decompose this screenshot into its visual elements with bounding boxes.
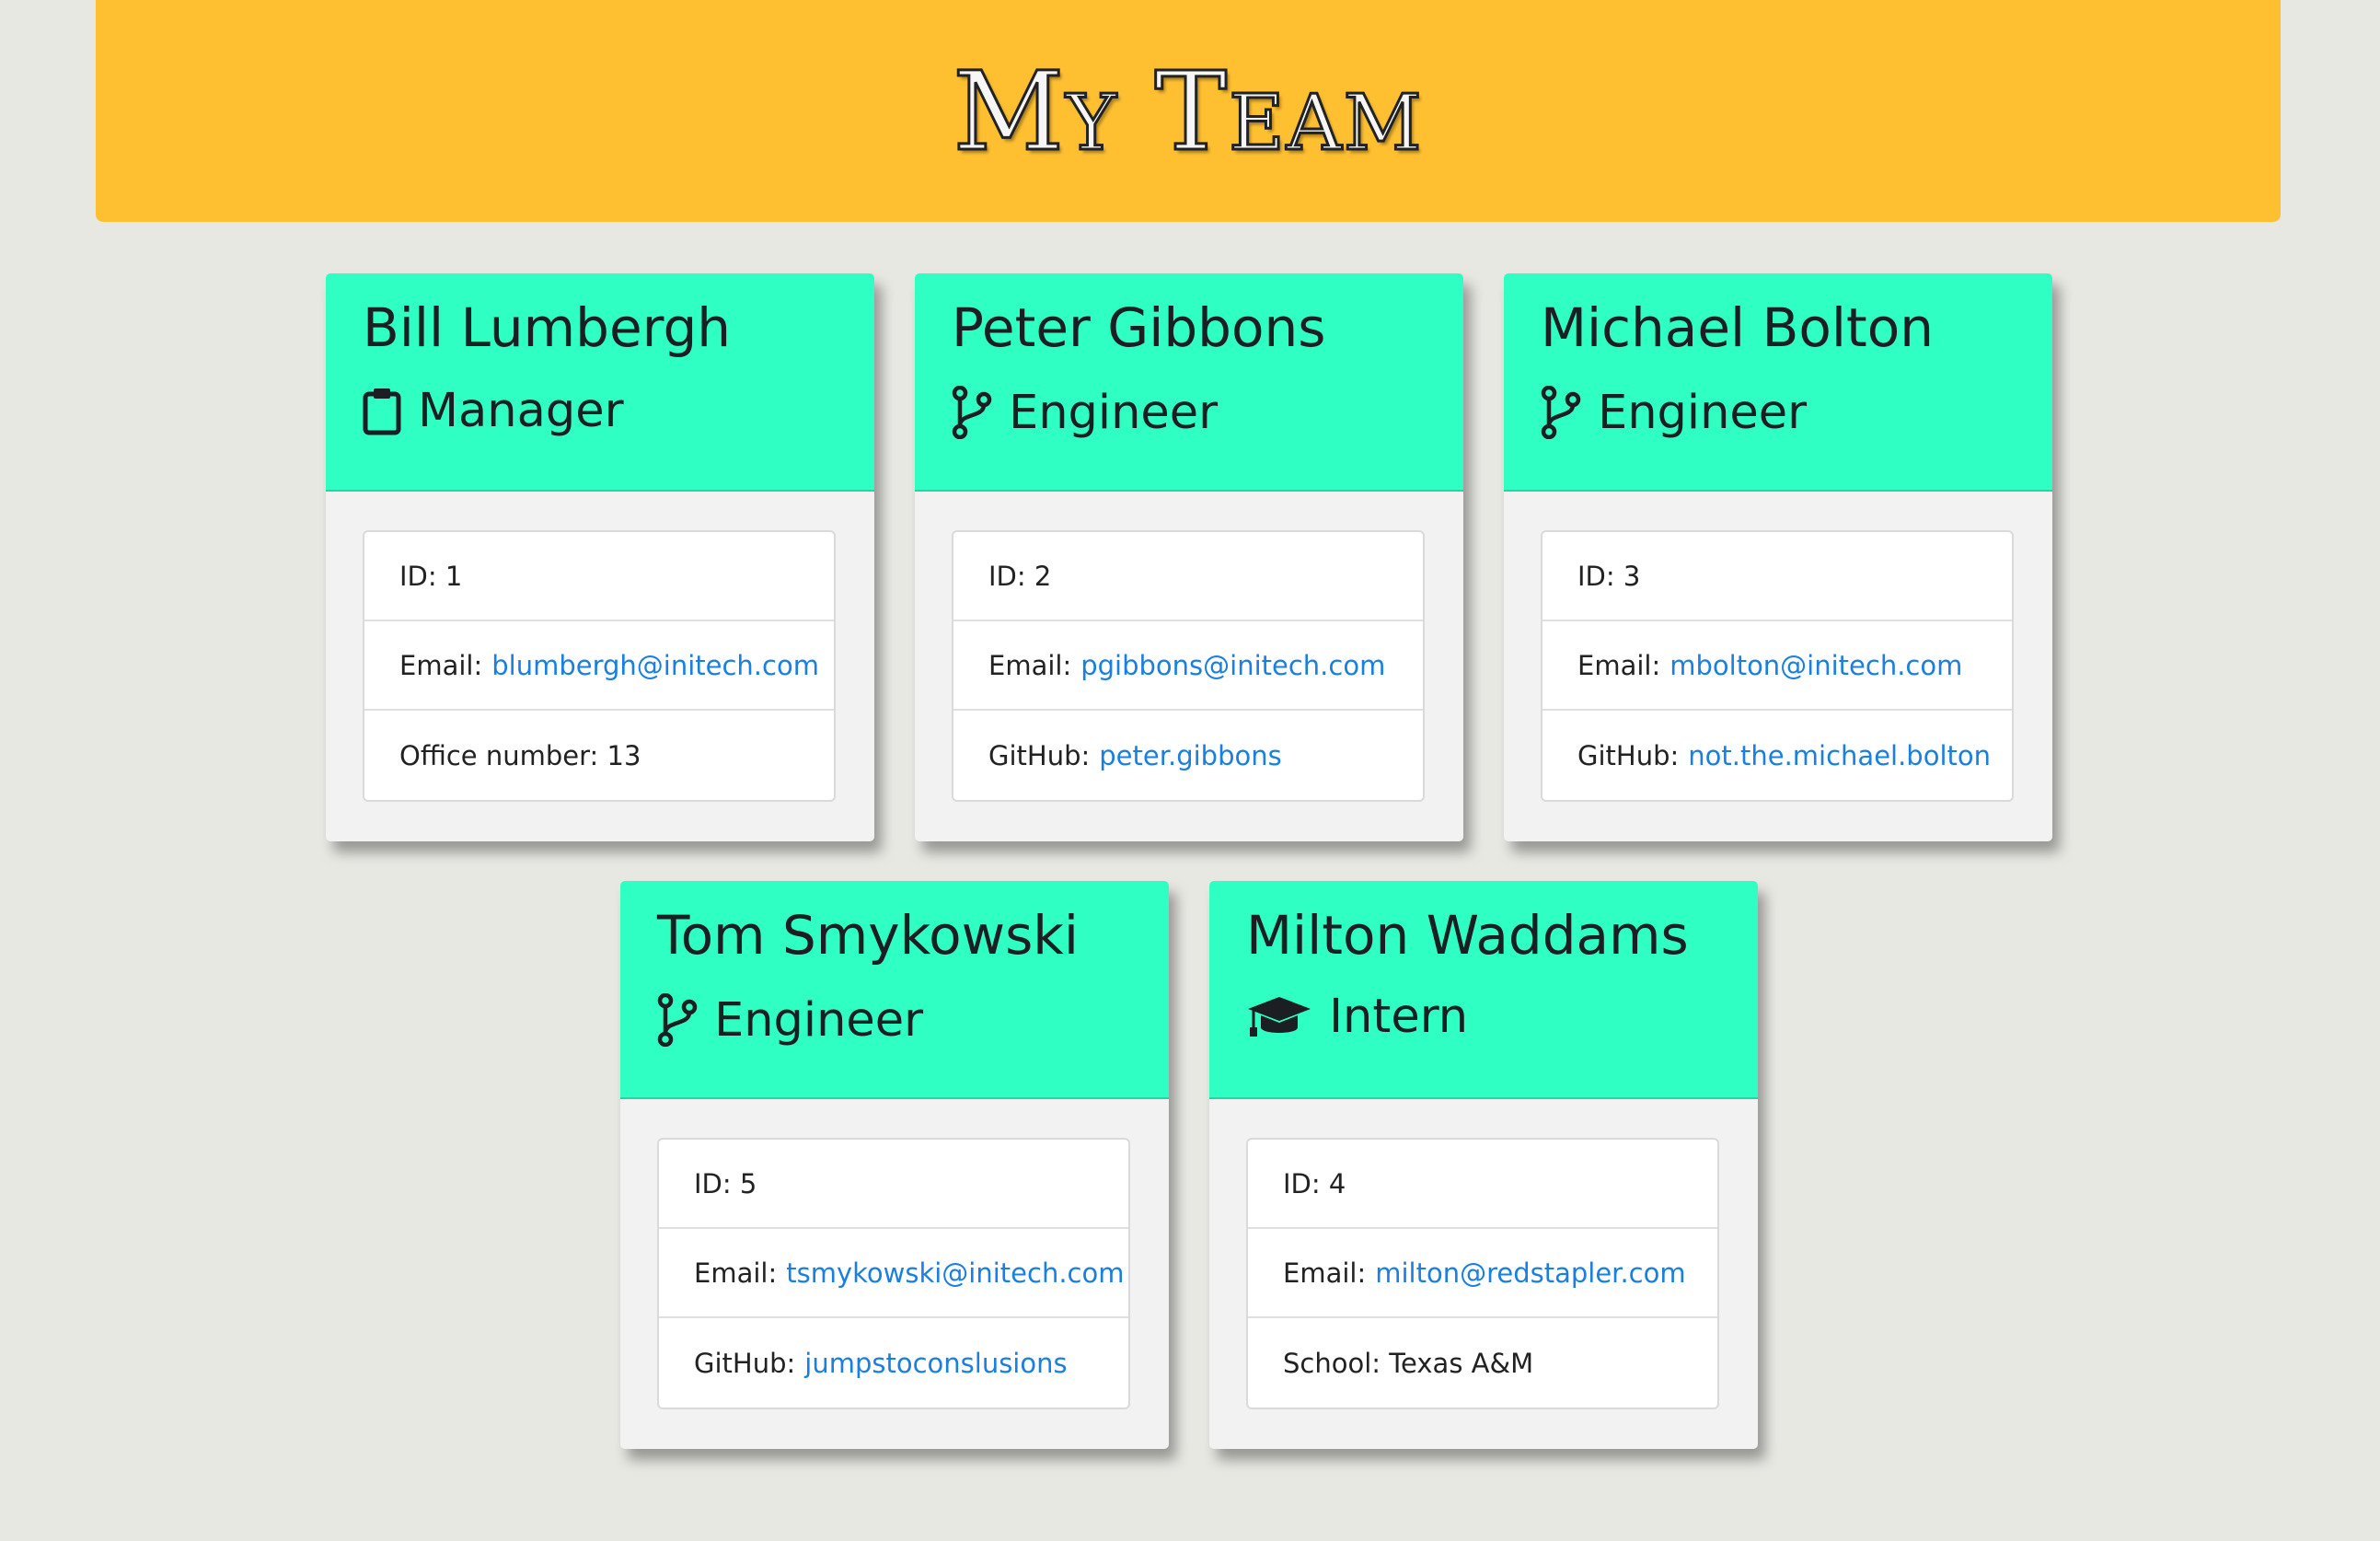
id-row: ID: 5 bbox=[659, 1140, 1128, 1229]
employee-card: Bill Lumbergh Manager ID: 1 Email: blumb… bbox=[326, 273, 874, 841]
github-row: GitHub: not.the.michael.bolton bbox=[1542, 711, 2012, 800]
email-link[interactable]: mbolton@initech.com bbox=[1669, 650, 1962, 681]
employee-name: Tom Smykowski bbox=[657, 904, 1079, 967]
id-value: 2 bbox=[1034, 560, 1052, 592]
employee-details: ID: 3 Email: mbolton@initech.com GitHub:… bbox=[1541, 530, 2014, 802]
card-header: Tom Smykowski Engineer bbox=[620, 881, 1169, 1099]
employee-details: ID: 5 Email: tsmykowski@initech.com GitH… bbox=[657, 1138, 1130, 1409]
code-branch-icon bbox=[1541, 386, 1581, 439]
email-row: Email: blumbergh@initech.com bbox=[364, 621, 834, 711]
github-label: GitHub: bbox=[988, 739, 1091, 771]
email-label: Email: bbox=[1577, 649, 1661, 681]
email-label: Email: bbox=[694, 1257, 778, 1289]
card-header: Bill Lumbergh Manager bbox=[326, 273, 874, 492]
school-value: Texas A&M bbox=[1389, 1347, 1534, 1379]
github-row: GitHub: peter.gibbons bbox=[953, 711, 1423, 800]
email-row: Email: mbolton@initech.com bbox=[1542, 621, 2012, 711]
office-value: 13 bbox=[607, 739, 641, 771]
employee-card: Tom Smykowski Engineer ID: 5 Email: tsmy… bbox=[620, 881, 1169, 1449]
id-label: ID: bbox=[988, 560, 1026, 592]
employee-name: Bill Lumbergh bbox=[363, 296, 732, 359]
email-row: Email: milton@redstapler.com bbox=[1248, 1229, 1717, 1318]
office-label: Office number: bbox=[399, 739, 599, 771]
email-link[interactable]: blumbergh@initech.com bbox=[491, 650, 819, 681]
role-label: Intern bbox=[1329, 990, 1469, 1044]
role-label: Manager bbox=[418, 383, 624, 438]
employee-card: Milton Waddams Intern ID: 4 Email: milto… bbox=[1209, 881, 1758, 1449]
employee-role: Engineer bbox=[1541, 386, 2016, 439]
email-link[interactable]: tsmykowski@initech.com bbox=[786, 1257, 1124, 1289]
id-row: ID: 2 bbox=[953, 532, 1423, 621]
card-header: Michael Bolton Engineer bbox=[1504, 273, 2052, 492]
github-label: GitHub: bbox=[694, 1347, 796, 1379]
school-label: School: bbox=[1283, 1347, 1381, 1379]
card-header: Milton Waddams Intern bbox=[1209, 881, 1758, 1099]
role-label: Engineer bbox=[1009, 385, 1219, 440]
github-link[interactable]: not.the.michael.bolton bbox=[1688, 740, 1991, 771]
id-label: ID: bbox=[1283, 1167, 1321, 1199]
github-row: GitHub: jumpstoconslusions bbox=[659, 1318, 1128, 1408]
id-label: ID: bbox=[694, 1167, 732, 1199]
page-title: My Team bbox=[952, 47, 1424, 175]
github-label: GitHub: bbox=[1577, 739, 1680, 771]
email-link[interactable]: milton@redstapler.com bbox=[1375, 1257, 1685, 1289]
email-link[interactable]: pgibbons@initech.com bbox=[1080, 650, 1385, 681]
clipboard-icon bbox=[363, 386, 401, 435]
github-link[interactable]: peter.gibbons bbox=[1099, 740, 1281, 771]
employee-name: Milton Waddams bbox=[1246, 904, 1689, 967]
card-header: Peter Gibbons Engineer bbox=[915, 273, 1463, 492]
code-branch-icon bbox=[952, 386, 992, 439]
id-value: 5 bbox=[739, 1167, 757, 1199]
employee-role: Intern bbox=[1246, 993, 1721, 1040]
id-row: ID: 1 bbox=[364, 532, 834, 621]
role-label: Engineer bbox=[1598, 385, 1808, 440]
id-value: 3 bbox=[1623, 560, 1641, 592]
email-label: Email: bbox=[399, 649, 483, 681]
id-label: ID: bbox=[1577, 560, 1615, 592]
employee-name: Michael Bolton bbox=[1541, 296, 1934, 359]
email-row: Email: pgibbons@initech.com bbox=[953, 621, 1423, 711]
email-label: Email: bbox=[1283, 1257, 1367, 1289]
github-link[interactable]: jumpstoconslusions bbox=[804, 1348, 1067, 1379]
email-label: Email: bbox=[988, 649, 1072, 681]
role-label: Engineer bbox=[714, 992, 924, 1048]
employee-details: ID: 2 Email: pgibbons@initech.com GitHub… bbox=[952, 530, 1425, 802]
id-value: 1 bbox=[445, 560, 463, 592]
header-banner: My Team bbox=[96, 0, 2281, 222]
email-row: Email: tsmykowski@initech.com bbox=[659, 1229, 1128, 1318]
employee-details: ID: 1 Email: blumbergh@initech.com Offic… bbox=[363, 530, 836, 802]
employee-card: Michael Bolton Engineer ID: 3 Email: mbo… bbox=[1504, 273, 2052, 841]
id-row: ID: 4 bbox=[1248, 1140, 1717, 1229]
employee-role: Manager bbox=[363, 386, 838, 435]
office-row: Office number: 13 bbox=[364, 711, 834, 800]
code-branch-icon bbox=[657, 993, 698, 1047]
school-row: School: Texas A&M bbox=[1248, 1318, 1717, 1408]
id-row: ID: 3 bbox=[1542, 532, 2012, 621]
id-value: 4 bbox=[1328, 1167, 1346, 1199]
id-label: ID: bbox=[399, 560, 437, 592]
employee-card: Peter Gibbons Engineer ID: 2 Email: pgib… bbox=[915, 273, 1463, 841]
employee-role: Engineer bbox=[657, 993, 1132, 1047]
employee-details: ID: 4 Email: milton@redstapler.com Schoo… bbox=[1246, 1138, 1719, 1409]
employee-name: Peter Gibbons bbox=[952, 296, 1326, 359]
graduation-cap-icon bbox=[1246, 994, 1312, 1040]
employee-role: Engineer bbox=[952, 386, 1427, 439]
